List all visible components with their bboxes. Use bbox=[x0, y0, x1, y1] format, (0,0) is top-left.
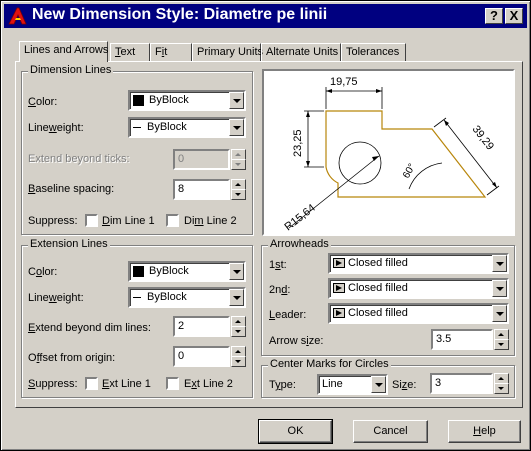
extension-lines-title: Extension Lines bbox=[28, 238, 110, 250]
ext-color-select[interactable]: ByBlock bbox=[128, 261, 246, 282]
offset-origin-spinner[interactable]: 0 bbox=[173, 346, 246, 367]
tab-strip: Lines and Arrows Text Fit Primary Units … bbox=[19, 41, 519, 62]
leader-arrow-label: Leader: bbox=[269, 309, 307, 321]
leader-arrow-select[interactable]: Closed filled bbox=[328, 303, 509, 324]
ok-button[interactable]: OK bbox=[258, 419, 333, 444]
spin-down-icon[interactable] bbox=[494, 383, 509, 394]
dim-lineweight-select[interactable]: ByBlock bbox=[128, 117, 246, 138]
chevron-down-icon[interactable] bbox=[229, 92, 244, 109]
arrow-size-spinner[interactable]: 3.5 bbox=[431, 329, 509, 350]
center-marks-title: Center Marks for Circles bbox=[268, 358, 391, 370]
preview-dim-radius: R15,64 bbox=[282, 202, 317, 233]
ext-line-2-label: Ext Line 2 bbox=[184, 378, 233, 390]
color-swatch-icon bbox=[133, 265, 144, 277]
color-swatch-icon bbox=[133, 94, 144, 106]
chevron-down-icon[interactable] bbox=[492, 255, 507, 272]
title-bar[interactable]: New Dimension Style: Diametre pe linii ?… bbox=[4, 4, 527, 28]
chevron-down-icon[interactable] bbox=[229, 289, 244, 306]
baseline-spacing-spinner[interactable]: 8 bbox=[173, 179, 246, 200]
arrow-size-label: Arrow size: bbox=[269, 335, 324, 347]
dim-color-select[interactable]: ByBlock bbox=[128, 90, 246, 111]
tab-fit[interactable]: Fit bbox=[150, 43, 192, 61]
spin-down-icon[interactable] bbox=[494, 339, 509, 350]
cancel-button[interactable]: Cancel bbox=[353, 420, 428, 443]
chevron-down-icon[interactable] bbox=[229, 263, 244, 280]
spin-down-icon[interactable] bbox=[231, 189, 246, 200]
tab-alternate-units[interactable]: Alternate Units bbox=[261, 43, 341, 61]
second-arrow-select[interactable]: Closed filled bbox=[328, 278, 509, 299]
chevron-down-icon[interactable] bbox=[229, 119, 244, 136]
arrowheads-title: Arrowheads bbox=[268, 238, 331, 250]
ext-line-1-checkbox[interactable] bbox=[85, 377, 98, 390]
dialog-window: New Dimension Style: Diametre pe linii ?… bbox=[0, 0, 531, 451]
ext-line-1-label: Ext Line 1 bbox=[102, 378, 151, 390]
tab-text[interactable]: Text bbox=[110, 43, 150, 61]
dim-extend-label: Extend beyond ticks: bbox=[28, 153, 130, 165]
close-button[interactable]: X bbox=[505, 8, 523, 24]
preview-drawing: 19,75 23,25 39,29 60° R15,64 bbox=[282, 76, 500, 233]
tab-tolerances[interactable]: Tolerances bbox=[341, 43, 406, 61]
dim-lineweight-label: Lineweight: bbox=[28, 122, 84, 134]
first-arrow-select[interactable]: Closed filled bbox=[328, 253, 509, 274]
dim-suppress-label: Suppress: bbox=[28, 215, 78, 227]
ext-extend-label: Extend beyond dim lines: bbox=[28, 322, 151, 334]
ext-line-2-checkbox[interactable] bbox=[166, 377, 179, 390]
center-type-label: Type: bbox=[269, 379, 296, 391]
window-title: New Dimension Style: Diametre pe linii bbox=[32, 6, 328, 23]
spin-down-icon[interactable] bbox=[231, 326, 246, 337]
help-titlebar-button[interactable]: ? bbox=[485, 8, 503, 24]
dimension-lines-title: Dimension Lines bbox=[28, 64, 114, 76]
spin-down-icon[interactable] bbox=[231, 356, 246, 367]
offset-origin-label: Offset from origin: bbox=[28, 352, 116, 364]
closed-filled-arrow-icon bbox=[333, 258, 345, 268]
ext-lineweight-select[interactable]: ByBlock bbox=[128, 287, 246, 308]
preview-dim-top: 19,75 bbox=[330, 76, 358, 88]
lineweight-sample-icon bbox=[133, 296, 141, 298]
spin-down-icon bbox=[231, 159, 246, 170]
dim-line-2-checkbox[interactable] bbox=[166, 214, 179, 227]
preview-pane: 19,75 23,25 39,29 60° R15,64 bbox=[262, 69, 515, 236]
ext-suppress-label: Suppress: bbox=[28, 378, 78, 390]
tab-lines-and-arrows[interactable]: Lines and Arrows bbox=[19, 41, 108, 62]
ext-color-label: Color: bbox=[28, 266, 58, 278]
chevron-down-icon[interactable] bbox=[492, 280, 507, 297]
chevron-down-icon[interactable] bbox=[492, 305, 507, 322]
baseline-spacing-label: Baseline spacing: bbox=[28, 183, 115, 195]
dim-line-1-label: Dim Line 1 bbox=[102, 215, 155, 227]
dim-line-1-checkbox[interactable] bbox=[85, 214, 98, 227]
dim-line-2-label: Dim Line 2 bbox=[184, 215, 237, 227]
lineweight-sample-icon bbox=[133, 126, 141, 128]
center-size-label: Size: bbox=[392, 379, 417, 391]
autocad-app-icon bbox=[8, 7, 27, 25]
ext-extend-spinner[interactable]: 2 bbox=[173, 316, 246, 337]
dim-color-label: Color: bbox=[28, 96, 58, 108]
chevron-down-icon[interactable] bbox=[371, 376, 386, 393]
preview-dim-left: 23,25 bbox=[292, 129, 304, 157]
preview-dim-right: 39,29 bbox=[470, 123, 496, 152]
first-arrow-label: 1st: bbox=[269, 259, 287, 271]
center-size-spinner[interactable]: 3 bbox=[430, 373, 509, 394]
help-button[interactable]: Help bbox=[448, 420, 521, 443]
dim-extend-spinner: 0 bbox=[173, 149, 246, 170]
center-type-select[interactable]: Line bbox=[317, 374, 388, 395]
closed-filled-arrow-icon bbox=[333, 308, 345, 318]
ext-lineweight-label: Lineweight: bbox=[28, 292, 84, 304]
closed-filled-arrow-icon bbox=[333, 283, 345, 293]
second-arrow-label: 2nd: bbox=[269, 284, 291, 296]
tab-primary-units[interactable]: Primary Units bbox=[192, 43, 263, 61]
